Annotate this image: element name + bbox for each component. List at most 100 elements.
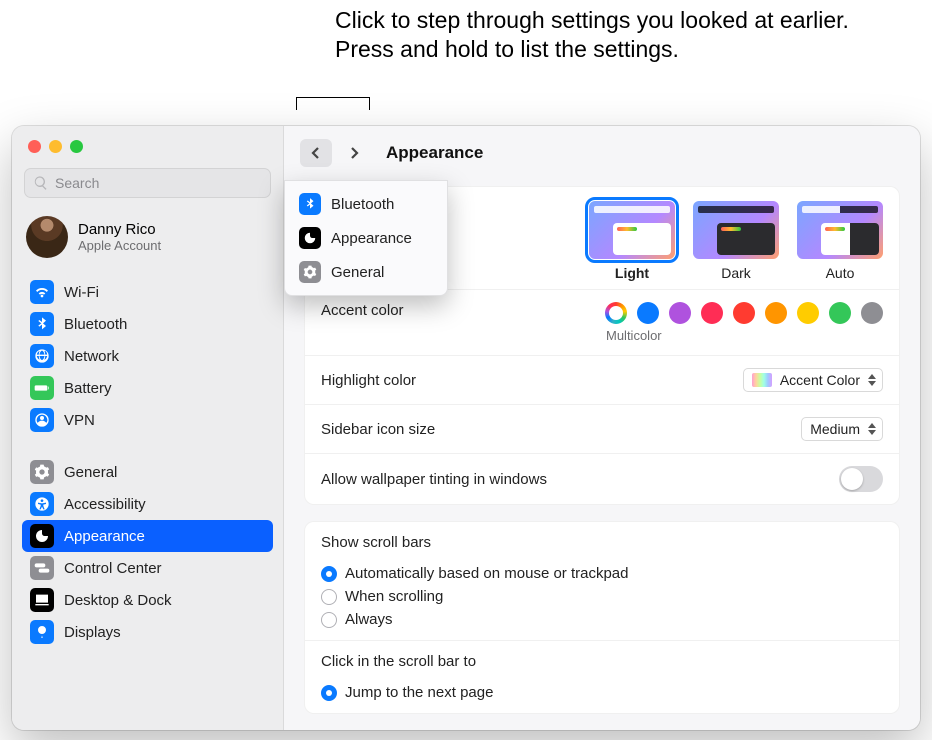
accent-swatch-6[interactable] xyxy=(797,302,819,324)
highlight-popup[interactable]: Accent Color xyxy=(743,368,883,392)
radio-icon xyxy=(321,566,337,582)
history-item-label: Appearance xyxy=(331,230,412,247)
sidebar-item-desktopdock[interactable]: Desktop & Dock xyxy=(22,584,273,616)
accent-selected-label: Multicolor xyxy=(606,328,662,343)
system-settings-window: Search Danny Rico Apple Account Wi-FiBlu… xyxy=(12,126,920,730)
history-item-bluetooth[interactable]: Bluetooth xyxy=(291,187,441,221)
window-zoom-button[interactable] xyxy=(70,140,83,153)
highlight-label: Highlight color xyxy=(321,372,743,389)
wifi-icon xyxy=(30,280,54,304)
sidebar-item-bluetooth[interactable]: Bluetooth xyxy=(22,308,273,340)
stepper-icon xyxy=(868,423,876,435)
sidebar-item-network[interactable]: Network xyxy=(22,340,273,372)
back-button[interactable] xyxy=(300,139,332,167)
click-scrollbar-option-0[interactable]: Jump to the next page xyxy=(321,684,493,701)
highlight-swatch-icon xyxy=(752,373,772,387)
radio-label: Automatically based on mouse or trackpad xyxy=(345,565,628,582)
bluetooth-icon xyxy=(30,312,54,336)
sidebar-item-accessibility[interactable]: Accessibility xyxy=(22,488,273,520)
sidebar-item-wifi[interactable]: Wi-Fi xyxy=(22,276,273,308)
sidebar-size-label: Sidebar icon size xyxy=(321,421,801,438)
accent-swatch-1[interactable] xyxy=(637,302,659,324)
window-close-button[interactable] xyxy=(28,140,41,153)
sidebar-item-label: Battery xyxy=(64,380,112,397)
accent-swatch-0[interactable] xyxy=(605,302,627,324)
accent-swatch-7[interactable] xyxy=(829,302,851,324)
displays-icon xyxy=(30,620,54,644)
history-item-general[interactable]: General xyxy=(291,255,441,289)
sidebar-size-popup[interactable]: Medium xyxy=(801,417,883,441)
history-menu: Bluetooth Appearance General xyxy=(284,180,448,296)
sidebar: Search Danny Rico Apple Account Wi-FiBlu… xyxy=(12,126,284,730)
annotation-text: Click to step through settings you looke… xyxy=(335,6,855,64)
page-title: Appearance xyxy=(386,143,483,163)
appearance-thumb-light xyxy=(589,201,675,259)
main-pane: Appearance Bluetooth Appearance General Ap… xyxy=(284,126,920,730)
scrollbars-option-0[interactable]: Automatically based on mouse or trackpad xyxy=(321,565,628,582)
accessibility-icon xyxy=(30,492,54,516)
appearance-thumb-dark xyxy=(693,201,779,259)
battery-icon xyxy=(30,376,54,400)
account-sub: Apple Account xyxy=(78,238,161,253)
tinting-switch[interactable] xyxy=(839,466,883,492)
accent-swatch-8[interactable] xyxy=(861,302,883,324)
general-icon xyxy=(299,261,321,283)
window-minimize-button[interactable] xyxy=(49,140,62,153)
scrollbars-option-2[interactable]: Always xyxy=(321,611,628,628)
appearance-mode-label: Auto xyxy=(826,265,855,281)
accent-swatch-3[interactable] xyxy=(701,302,723,324)
history-item-label: Bluetooth xyxy=(331,196,394,213)
scrollbars-option-1[interactable]: When scrolling xyxy=(321,588,628,605)
radio-label: When scrolling xyxy=(345,588,443,605)
sidebar-item-general[interactable]: General xyxy=(22,456,273,488)
stepper-icon xyxy=(868,374,876,386)
account-name: Danny Rico xyxy=(78,221,161,238)
window-controls xyxy=(12,126,283,164)
accent-swatch-2[interactable] xyxy=(669,302,691,324)
search-input[interactable]: Search xyxy=(24,168,271,198)
appearance-mode-dark[interactable]: Dark xyxy=(693,201,779,281)
click-scrollbar-title: Click in the scroll bar to xyxy=(321,653,476,670)
vpn-icon xyxy=(30,408,54,432)
account-row[interactable]: Danny Rico Apple Account xyxy=(12,208,283,272)
appearance-mode-auto[interactable]: Auto xyxy=(797,201,883,281)
appearance-thumb-auto xyxy=(797,201,883,259)
search-icon xyxy=(33,175,49,191)
appearance-mode-light[interactable]: Light xyxy=(589,201,675,281)
sidebar-item-appearance[interactable]: Appearance xyxy=(22,520,273,552)
search-placeholder: Search xyxy=(55,175,99,191)
sidebar-item-label: Control Center xyxy=(64,560,162,577)
annotation-callout xyxy=(296,97,370,127)
network-icon xyxy=(30,344,54,368)
appearance-mode-label: Light xyxy=(615,265,649,281)
sidebar-item-vpn[interactable]: VPN xyxy=(22,404,273,436)
appearance-icon xyxy=(299,227,321,249)
radio-label: Always xyxy=(345,611,393,628)
radio-icon xyxy=(321,612,337,628)
avatar xyxy=(26,216,68,258)
sidebar-item-label: Network xyxy=(64,348,119,365)
forward-button[interactable] xyxy=(338,139,370,167)
accent-swatch-5[interactable] xyxy=(765,302,787,324)
radio-label: Jump to the next page xyxy=(345,684,493,701)
tinting-label: Allow wallpaper tinting in windows xyxy=(321,471,839,488)
sidebar-item-label: Accessibility xyxy=(64,496,146,513)
toolbar: Appearance xyxy=(284,126,920,180)
sidebar-size-value: Medium xyxy=(810,421,860,437)
sidebar-item-displays[interactable]: Displays xyxy=(22,616,273,648)
accent-color-label: Accent color xyxy=(321,302,605,319)
sidebar-item-label: Displays xyxy=(64,624,121,641)
general-icon xyxy=(30,460,54,484)
highlight-value: Accent Color xyxy=(780,372,860,388)
sidebar-item-controlcenter[interactable]: Control Center xyxy=(22,552,273,584)
history-item-label: General xyxy=(331,264,384,281)
sidebar-item-label: Desktop & Dock xyxy=(64,592,172,609)
history-item-appearance[interactable]: Appearance xyxy=(291,221,441,255)
accent-swatches xyxy=(605,302,883,324)
sidebar-item-battery[interactable]: Battery xyxy=(22,372,273,404)
sidebar-item-label: VPN xyxy=(64,412,95,429)
accent-swatch-4[interactable] xyxy=(733,302,755,324)
bluetooth-icon xyxy=(299,193,321,215)
chevron-right-icon xyxy=(348,147,360,159)
desktopdock-icon xyxy=(30,588,54,612)
